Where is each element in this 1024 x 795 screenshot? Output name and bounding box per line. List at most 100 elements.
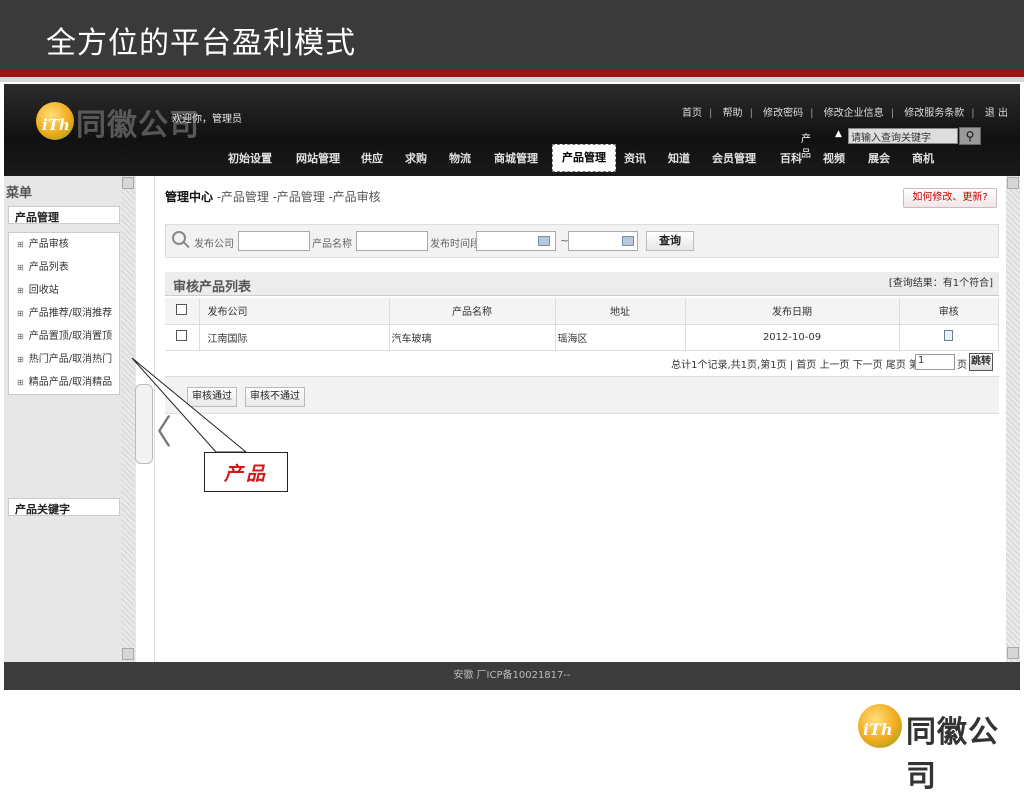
toplink-separator: |: [709, 108, 713, 119]
row-select-cell: [165, 324, 200, 351]
toplink-home[interactable]: 首页: [682, 108, 702, 119]
nav-item-business-opportunity[interactable]: 商机: [912, 150, 934, 166]
product-filter-input[interactable]: [356, 231, 428, 251]
cell-product-link[interactable]: 汽车玻璃: [389, 324, 556, 351]
logo-ith-text: iTh: [42, 116, 70, 134]
admin-screenshot: iTh 同徽公司 欢迎你，管理员 首页 | 帮助 | 修改密码 | 修改企业信息 | 修…: [4, 84, 1020, 690]
welcome-text: 欢迎你，管理员: [172, 114, 242, 125]
how-to-update-button[interactable]: 如何修改、更新?: [903, 188, 997, 208]
toplink-logout[interactable]: 退 出: [985, 108, 1008, 119]
col-company: 发布公司: [199, 298, 390, 325]
nav-item-product-management[interactable]: 产品管理: [552, 144, 616, 172]
sidebar-list: ⊞ 产品审核 ⊞ 产品列表 ⊞ 回收站 ⊞ 产品推荐/取消推荐 ⊞ 产品置顶/取消置顶 ⊞…: [8, 232, 120, 395]
toplink-separator: |: [810, 108, 814, 119]
select-all-checkbox[interactable]: [176, 303, 188, 315]
cell-company: 江南国际: [199, 324, 390, 351]
cell-address: 瑶海区: [555, 324, 686, 351]
nav-item-knowledge[interactable]: 知道: [668, 150, 690, 166]
toplink-edit-terms[interactable]: 修改服务条款: [904, 108, 964, 119]
sidebar-item-label: 产品推荐/取消推荐: [28, 308, 113, 319]
toplink-help[interactable]: 帮助: [723, 108, 743, 119]
row-checkbox[interactable]: [176, 330, 188, 341]
company-filter-input[interactable]: [238, 231, 310, 251]
scroll-up-icon[interactable]: [122, 177, 134, 189]
nav-item-logistics[interactable]: 物流: [449, 150, 471, 166]
company-filter-label: 发布公司: [194, 239, 234, 250]
toplink-change-password[interactable]: 修改密码: [763, 108, 803, 119]
col-review: 审核: [899, 298, 999, 325]
cell-date: 2012-10-09: [685, 324, 900, 351]
table-header-row: 发布公司 产品名称 地址 发布日期 审核: [165, 298, 999, 325]
triangle-up-icon[interactable]: ▲: [835, 129, 842, 139]
sidebar-item-product-list[interactable]: ⊞ 产品列表: [9, 256, 119, 279]
sidebar-collapse-handle[interactable]: 〈: [135, 384, 172, 464]
main-content: 管理中心 -产品管理 -产品管理 -产品审核 如何修改、更新? 发布公司 产品名…: [154, 176, 1006, 662]
nav-item-initial-settings[interactable]: 初始设置: [228, 150, 272, 166]
bullet-icon: ⊞: [17, 355, 24, 364]
slide-title: 全方位的平台盈利模式: [46, 26, 356, 61]
result-count: [查询结果：有1个符合]: [888, 278, 993, 289]
scroll-down-icon[interactable]: [122, 648, 134, 660]
scroll-up-icon[interactable]: [1007, 177, 1019, 189]
pager: 总计1个记录,共1页,第1页 | 首页 上一页 下一页 尾页 第 1 页 跳转: [165, 350, 999, 374]
brand-ith-text: iTh: [863, 720, 893, 739]
search-button[interactable]: ⚲: [959, 127, 981, 145]
nav-item-mall-management[interactable]: 商城管理: [494, 150, 538, 166]
select-all-cell: [165, 298, 200, 325]
sidebar-item-recycle-bin[interactable]: ⊞ 回收站: [9, 279, 119, 302]
sidebar-item-label: 产品置顶/取消置顶: [28, 331, 113, 342]
page-number-input[interactable]: 1: [915, 354, 955, 370]
main-scrollbar[interactable]: [1006, 176, 1020, 662]
sidebar-section-product-management[interactable]: 产品管理: [8, 206, 120, 224]
sidebar-item-recommend[interactable]: ⊞ 产品推荐/取消推荐: [9, 302, 119, 325]
sidebar-section-product-keywords[interactable]: 产品关键字: [8, 498, 120, 516]
breadcrumb-item[interactable]: -产品管理: [269, 190, 325, 204]
breadcrumb-root[interactable]: 管理中心: [165, 190, 213, 204]
nav-item-supply[interactable]: 供应: [361, 150, 383, 166]
approve-button[interactable]: 审核通过: [187, 387, 237, 407]
nav-item-exhibition[interactable]: 展会: [868, 150, 890, 166]
query-button[interactable]: 查询: [646, 231, 694, 251]
top-links: 首页 | 帮助 | 修改密码 | 修改企业信息 | 修改服务条款 | 退 出: [680, 104, 1010, 119]
action-bar: 审核通过 审核不通过: [165, 376, 999, 414]
nav-item-video[interactable]: 视频: [823, 150, 845, 166]
breadcrumb-item[interactable]: -产品管理: [213, 190, 269, 204]
sidebar: 菜单 产品管理 ⊞ 产品审核 ⊞ 产品列表 ⊞ 回收站 ⊞ 产品推荐/取消推荐 ⊞ 产品置…: [4, 176, 136, 662]
sidebar-item-hot[interactable]: ⊞ 热门产品/取消热门: [9, 348, 119, 371]
pager-text: 总计1个记录,共1页,第1页 | 首页 上一页 下一页 尾页 第: [671, 360, 919, 371]
sidebar-item-pin-top[interactable]: ⊞ 产品置顶/取消置顶: [9, 325, 119, 348]
toplink-edit-company[interactable]: 修改企业信息: [824, 108, 884, 119]
cell-review: [899, 324, 999, 351]
sidebar-item-product-review[interactable]: ⊞ 产品审核: [9, 233, 119, 256]
toplink-separator: |: [749, 108, 753, 119]
bullet-icon: ⊞: [17, 286, 24, 295]
nav-item-purchase[interactable]: 求购: [405, 150, 427, 166]
col-address: 地址: [555, 298, 686, 325]
scroll-down-icon[interactable]: [1007, 647, 1019, 659]
callout-text: 产品: [223, 463, 268, 485]
magnifier-handle: [183, 241, 190, 249]
sidebar-item-label: 回收站: [28, 285, 59, 296]
go-button[interactable]: 跳转: [969, 353, 993, 371]
sidebar-item-label: 产品列表: [28, 262, 69, 273]
title-red-rule: [0, 70, 1024, 77]
sidebar-item-featured[interactable]: ⊞ 精品产品/取消精品: [9, 371, 119, 394]
bullet-icon: ⊞: [17, 263, 24, 272]
toplink-separator: |: [971, 108, 975, 119]
search-icon: ⚲: [965, 129, 975, 143]
nav-item-news[interactable]: 资讯: [624, 150, 646, 166]
document-icon[interactable]: [944, 330, 954, 341]
calendar-icon[interactable]: [622, 236, 634, 246]
time-filter-label: 发布时间段: [430, 239, 480, 250]
nav-item-encyclopedia[interactable]: 百科: [780, 150, 802, 166]
sidebar-item-label: 热门产品/取消热门: [28, 354, 113, 365]
breadcrumb: 管理中心 -产品管理 -产品管理 -产品审核: [165, 188, 381, 205]
search-input[interactable]: 请输入查询关键字: [848, 128, 958, 144]
reject-button[interactable]: 审核不通过: [245, 387, 305, 407]
toplink-separator: |: [890, 108, 895, 119]
nav-item-site-management[interactable]: 网站管理: [296, 150, 340, 166]
calendar-icon[interactable]: [538, 236, 550, 246]
search-category-select[interactable]: 产品: [801, 130, 811, 160]
sidebar-scrollbar[interactable]: [121, 176, 135, 662]
nav-item-member-management[interactable]: 会员管理: [712, 150, 756, 166]
